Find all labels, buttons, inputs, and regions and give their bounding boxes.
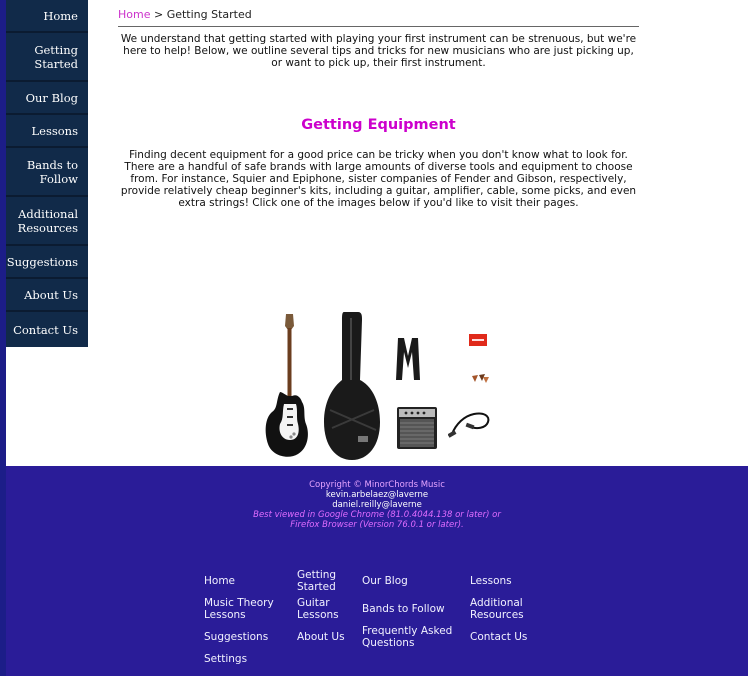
copyright-block: Copyright © MinorChords Music kevin.arbe… <box>6 480 748 530</box>
footer-link-lessons[interactable]: Lessons <box>470 575 512 587</box>
sidebar-item-additional-resources[interactable]: Additional Resources <box>6 197 88 246</box>
sidebar-item-suggestions[interactable]: Suggestions <box>6 246 88 279</box>
footer-link-about-us[interactable]: About Us <box>297 631 345 643</box>
equipment-paragraph: Finding decent equipment for a good pric… <box>120 149 637 209</box>
sidebar-item-bands-to-follow[interactable]: Bands to Follow <box>6 148 88 197</box>
sidebar-item-getting-started[interactable]: Getting Started <box>6 33 88 82</box>
browser-note-line-2: Firefox Browser (Version 76.0.1 or later… <box>290 520 464 530</box>
sidebar-nav: Home Getting Started Our Blog Lessons Ba… <box>6 0 88 347</box>
sidebar-item-about-us[interactable]: About Us <box>6 279 88 312</box>
sidebar-item-our-blog[interactable]: Our Blog <box>6 82 88 115</box>
section-heading: Getting Equipment <box>301 117 456 133</box>
footer-link-additional-resources[interactable]: Additional Resources <box>470 597 534 621</box>
browser-note-line-1: Best viewed in Google Chrome (81.0.4044.… <box>253 510 501 520</box>
sidebar-item-home[interactable]: Home <box>6 0 88 33</box>
breadcrumb: Home > Getting Started <box>118 8 639 27</box>
beginner-kit-images <box>260 308 500 464</box>
sidebar-item-contact-us[interactable]: Contact Us <box>6 312 88 347</box>
copyright-text: Copyright © MinorChords Music <box>309 480 445 490</box>
amplifier-image[interactable] <box>396 406 438 450</box>
guitar-strap-image[interactable] <box>392 334 424 384</box>
guitar-picks-image[interactable] <box>470 372 490 384</box>
sidebar-item-lessons[interactable]: Lessons <box>6 115 88 148</box>
footer-link-bands-to-follow[interactable]: Bands to Follow <box>362 603 445 615</box>
breadcrumb-separator: > <box>150 8 167 21</box>
electric-guitar-image[interactable] <box>262 312 314 462</box>
footer-link-suggestions[interactable]: Suggestions <box>204 631 268 643</box>
footer-link-guitar-lessons[interactable]: Guitar Lessons <box>297 597 347 621</box>
breadcrumb-current: Getting Started <box>166 8 252 21</box>
contact-email-2[interactable]: daniel.reilly@laverne <box>6 500 748 510</box>
footer-link-getting-started[interactable]: Getting Started <box>297 569 349 593</box>
footer-link-music-theory-lessons[interactable]: Music Theory Lessons <box>204 597 280 621</box>
footer-link-settings[interactable]: Settings <box>204 653 247 665</box>
breadcrumb-home-link[interactable]: Home <box>118 8 150 21</box>
site-footer: Copyright © MinorChords Music kevin.arbe… <box>6 466 748 676</box>
guitar-strings-image[interactable] <box>469 334 487 346</box>
intro-paragraph: We understand that getting started with … <box>120 33 637 69</box>
footer-link-our-blog[interactable]: Our Blog <box>362 575 408 587</box>
footer-link-faq[interactable]: Frequently Asked Questions <box>362 625 458 649</box>
contact-email-1[interactable]: kevin.arbelaez@laverne <box>6 490 748 500</box>
instrument-cable-image[interactable] <box>448 406 492 440</box>
footer-link-contact-us[interactable]: Contact Us <box>470 631 527 643</box>
gig-bag-image[interactable] <box>322 310 384 462</box>
footer-link-home[interactable]: Home <box>204 575 235 587</box>
